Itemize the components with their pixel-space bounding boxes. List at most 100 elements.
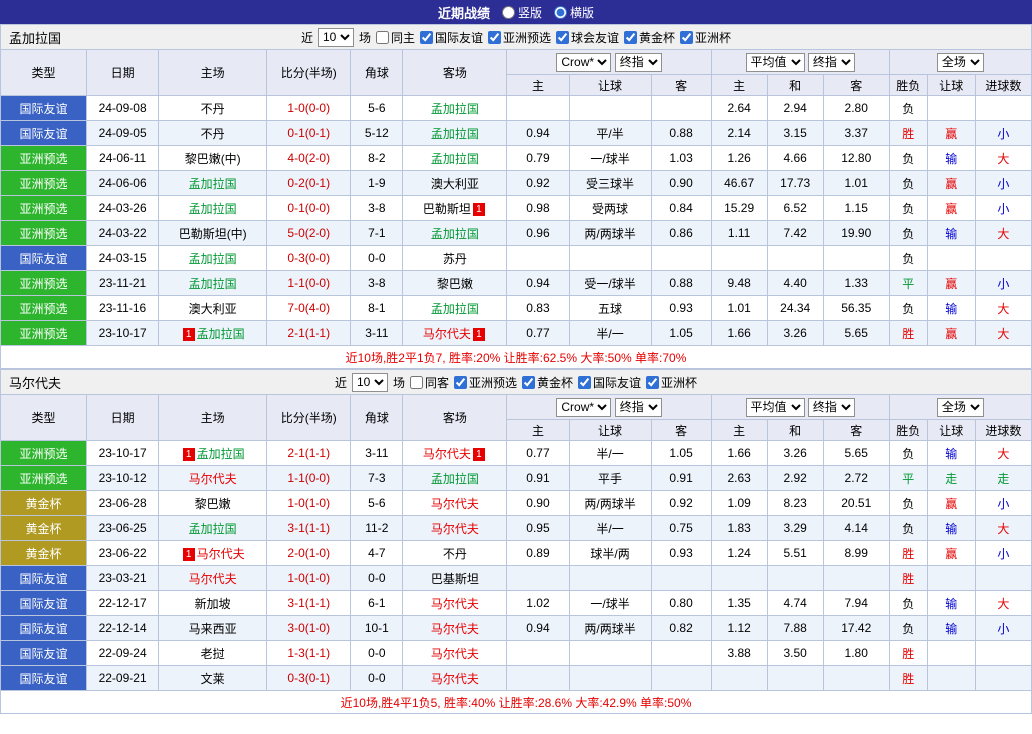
- same-venue-checkbox[interactable]: [376, 31, 389, 44]
- competition-checkbox[interactable]: [646, 376, 659, 389]
- summary-row: 近10场,胜4平1负5, 胜率:40% 让胜率:28.6% 大率:42.9% 单…: [1, 691, 1032, 714]
- cell-r2: 输: [927, 591, 975, 616]
- cell-ea: [823, 666, 889, 691]
- competition-checkbox[interactable]: [624, 31, 637, 44]
- euro-bookmaker-select[interactable]: 平均值: [746, 398, 805, 417]
- cell-corner: 3-8: [351, 196, 403, 221]
- euro-bookmaker-select[interactable]: 平均值: [746, 53, 805, 72]
- cell-corner: 8-2: [351, 146, 403, 171]
- competition-filter[interactable]: 球会友谊: [556, 29, 619, 46]
- match-count-select[interactable]: 10: [318, 28, 354, 47]
- cell-eh: 1.26: [711, 146, 767, 171]
- cell-home: 不丹: [159, 96, 267, 121]
- cell-r1: 负: [889, 196, 927, 221]
- cell-away: 孟加拉国: [403, 121, 507, 146]
- competition-filter[interactable]: 亚洲杯: [680, 29, 731, 46]
- red-card-badge: 1: [473, 203, 485, 216]
- team-name: 马尔代夫: [431, 672, 479, 686]
- cell-ea: 7.94: [823, 591, 889, 616]
- euro-stage-select[interactable]: 终指: [808, 53, 855, 72]
- competition-checkbox[interactable]: [454, 376, 467, 389]
- competition-checkbox[interactable]: [488, 31, 501, 44]
- sub-euro-away: 客: [823, 420, 889, 441]
- cell-date: 24-06-11: [87, 146, 159, 171]
- cell-type: 亚洲预选: [1, 146, 87, 171]
- cell-r2: 赢: [927, 491, 975, 516]
- team-name: 澳大利亚: [189, 302, 237, 316]
- cell-date: 22-09-24: [87, 641, 159, 666]
- same-venue-filter[interactable]: 同主: [376, 29, 415, 46]
- cell-score: 0-1(0-0): [267, 196, 351, 221]
- competition-checkbox[interactable]: [522, 376, 535, 389]
- cell-r2: 赢: [927, 121, 975, 146]
- match-count-select[interactable]: 10: [352, 373, 388, 392]
- competition-filter[interactable]: 黄金杯: [624, 29, 675, 46]
- same-venue-checkbox[interactable]: [410, 376, 423, 389]
- cell-type: 国际友谊: [1, 96, 87, 121]
- asia-stage-select[interactable]: 终指: [615, 398, 662, 417]
- team-name: 苏丹: [443, 252, 467, 266]
- asia-stage-select[interactable]: 终指: [615, 53, 662, 72]
- cell-r3: 大: [975, 146, 1031, 171]
- team-title: 孟加拉国: [9, 28, 61, 47]
- competition-label: 黄金杯: [537, 374, 573, 391]
- cell-away: 苏丹: [403, 246, 507, 271]
- euro-stage-select[interactable]: 终指: [808, 398, 855, 417]
- cell-hd: 平/半: [569, 121, 651, 146]
- cell-home: 孟加拉国: [159, 196, 267, 221]
- cell-ed: 3.26: [767, 441, 823, 466]
- sub-asia-home: 主: [507, 75, 569, 96]
- competition-checkbox[interactable]: [420, 31, 433, 44]
- horizontal-radio[interactable]: [554, 6, 567, 19]
- cell-ah: 1.02: [507, 591, 569, 616]
- asia-bookmaker-select[interactable]: Crow*: [556, 398, 611, 417]
- cell-hd: 一/球半: [569, 146, 651, 171]
- competition-filter[interactable]: 亚洲预选: [488, 29, 551, 46]
- cell-eh: 46.67: [711, 171, 767, 196]
- competition-checkbox[interactable]: [680, 31, 693, 44]
- cell-r1: 负: [889, 146, 927, 171]
- full-match-select[interactable]: 全场: [937, 398, 984, 417]
- cell-home: 黎巴嫩(中): [159, 146, 267, 171]
- cell-corner: 3-11: [351, 321, 403, 346]
- cell-home: 马尔代夫: [159, 566, 267, 591]
- layout-radio-horizontal[interactable]: 横版: [554, 4, 594, 21]
- cell-ea: 12.80: [823, 146, 889, 171]
- sub-asia-away: 客: [651, 75, 711, 96]
- col-type: 类型: [1, 395, 87, 441]
- cell-ea: 1.01: [823, 171, 889, 196]
- competition-filter[interactable]: 黄金杯: [522, 374, 573, 391]
- vertical-radio[interactable]: [502, 6, 515, 19]
- competition-filter[interactable]: 亚洲杯: [646, 374, 697, 391]
- cell-r2: 输: [927, 441, 975, 466]
- team-name: 马尔代夫: [189, 572, 237, 586]
- cell-ea: 17.42: [823, 616, 889, 641]
- asia-bookmaker-select[interactable]: Crow*: [556, 53, 611, 72]
- cell-away: 不丹: [403, 541, 507, 566]
- cell-score: 1-1(0-0): [267, 271, 351, 296]
- cell-ah: 0.77: [507, 321, 569, 346]
- cell-ed: 4.66: [767, 146, 823, 171]
- competition-filter[interactable]: 国际友谊: [578, 374, 641, 391]
- full-match-select[interactable]: 全场: [937, 53, 984, 72]
- cell-r3: 小: [975, 271, 1031, 296]
- competition-filter[interactable]: 亚洲预选: [454, 374, 517, 391]
- competition-checkbox[interactable]: [556, 31, 569, 44]
- cell-r2: 输: [927, 296, 975, 321]
- same-venue-filter[interactable]: 同客: [410, 374, 449, 391]
- cell-r2: [927, 96, 975, 121]
- cell-r1: 负: [889, 96, 927, 121]
- cell-date: 24-03-22: [87, 221, 159, 246]
- competition-checkbox[interactable]: [578, 376, 591, 389]
- cell-type: 国际友谊: [1, 666, 87, 691]
- competition-filter[interactable]: 国际友谊: [420, 29, 483, 46]
- cell-corner: 1-9: [351, 171, 403, 196]
- cell-r1: 平: [889, 466, 927, 491]
- cell-date: 22-12-17: [87, 591, 159, 616]
- layout-radio-vertical[interactable]: 竖版: [502, 4, 542, 21]
- cell-eh: 1.66: [711, 321, 767, 346]
- sub-goals: 进球数: [975, 75, 1031, 96]
- cell-type: 黄金杯: [1, 516, 87, 541]
- table-row: 亚洲预选23-11-21孟加拉国1-1(0-0)3-8黎巴嫩0.94受一/球半0…: [1, 271, 1032, 296]
- cell-hd: 半/一: [569, 321, 651, 346]
